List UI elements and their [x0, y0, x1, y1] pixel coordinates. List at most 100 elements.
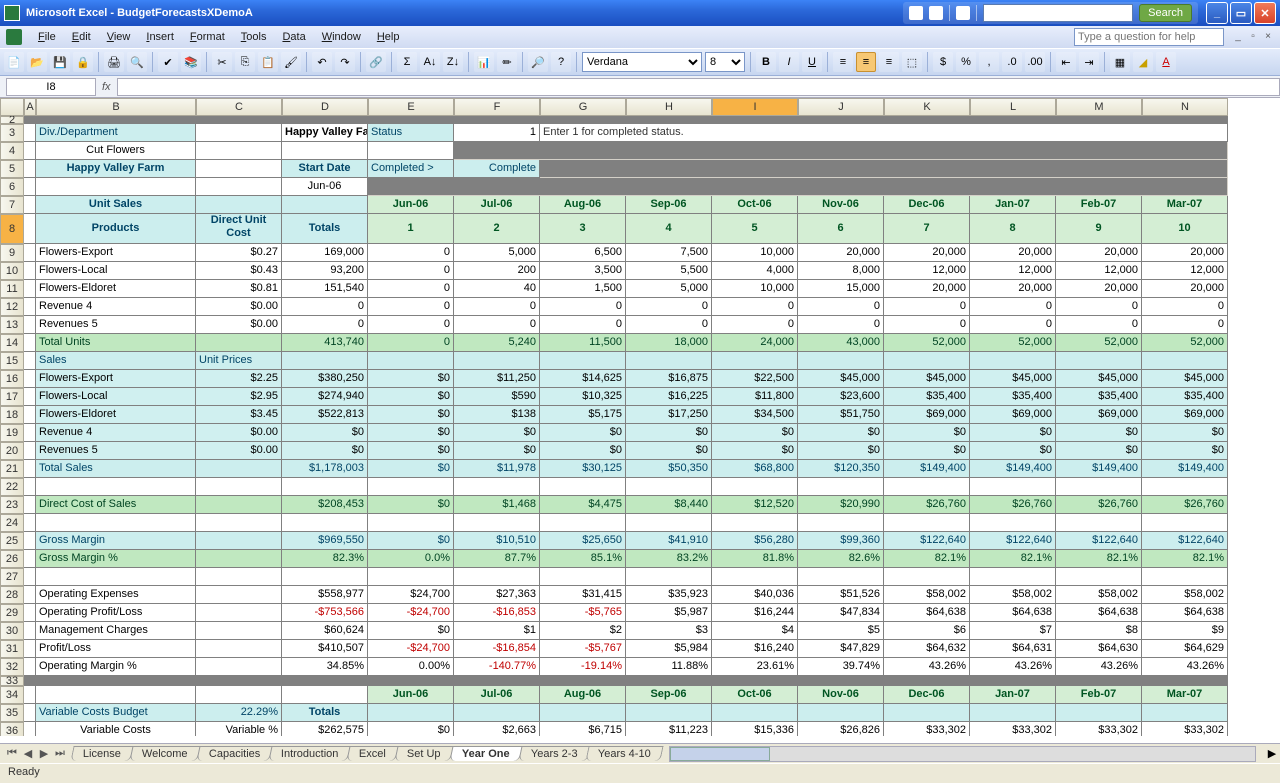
cell[interactable]: $16,240 [712, 640, 798, 658]
cell[interactable]: 0 [540, 298, 626, 316]
cell[interactable]: $0 [368, 406, 454, 424]
zoom-icon[interactable]: 🔎 [528, 52, 548, 72]
cell[interactable]: -$16,854 [454, 640, 540, 658]
cell[interactable]: $5 [798, 622, 884, 640]
cell[interactable] [454, 568, 540, 586]
cell[interactable]: 20,000 [1142, 280, 1228, 298]
format-painter-icon[interactable]: 🖌 [281, 52, 301, 72]
cell[interactable] [24, 686, 36, 704]
cell[interactable]: 52,000 [1142, 334, 1228, 352]
cell[interactable]: Oct-06 [712, 686, 798, 704]
cell[interactable]: $0 [626, 442, 712, 460]
cell[interactable] [712, 568, 798, 586]
cell[interactable] [24, 124, 36, 142]
cell[interactable] [282, 568, 368, 586]
cell[interactable]: 83.2% [626, 550, 712, 568]
cell[interactable] [24, 514, 36, 532]
cell[interactable] [454, 142, 1228, 160]
col-header-E[interactable]: E [368, 98, 454, 116]
menu-file[interactable]: File [30, 29, 64, 45]
align-left-icon[interactable]: ≡ [833, 52, 853, 72]
cell[interactable] [196, 550, 282, 568]
cell[interactable]: $1,468 [454, 496, 540, 514]
cell[interactable]: 5 [712, 214, 798, 244]
cell[interactable]: $2.95 [196, 388, 282, 406]
cell[interactable]: Jan-07 [970, 686, 1056, 704]
cell[interactable]: $0 [368, 532, 454, 550]
cell[interactable]: Cut Flowers [36, 142, 196, 160]
row-header[interactable]: 4 [0, 142, 24, 160]
cell[interactable]: $0.43 [196, 262, 282, 280]
cell[interactable]: $4 [712, 622, 798, 640]
cell[interactable]: Jul-06 [454, 686, 540, 704]
cell[interactable]: 20,000 [1142, 244, 1228, 262]
cell[interactable]: $0 [368, 460, 454, 478]
cell[interactable] [1056, 568, 1142, 586]
cell[interactable]: Operating Margin % [36, 658, 196, 676]
person-icon[interactable] [956, 6, 970, 20]
cell[interactable] [24, 352, 36, 370]
cell[interactable]: Flowers-Eldoret [36, 280, 196, 298]
permission-icon[interactable]: 🔒 [73, 52, 93, 72]
cell[interactable]: Mar-07 [1142, 196, 1228, 214]
cell[interactable]: $1 [454, 622, 540, 640]
cell[interactable] [24, 370, 36, 388]
underline-button[interactable]: U [802, 52, 822, 72]
cell[interactable]: $45,000 [970, 370, 1056, 388]
cell[interactable]: 6 [798, 214, 884, 244]
cell[interactable]: $0 [282, 424, 368, 442]
cell[interactable]: Revenues 5 [36, 442, 196, 460]
cell[interactable]: $262,575 [282, 722, 368, 736]
row-header[interactable]: 30 [0, 622, 24, 640]
cell[interactable] [626, 352, 712, 370]
cell[interactable] [540, 160, 1228, 178]
cell[interactable]: $0 [1142, 424, 1228, 442]
cell[interactable]: Aug-06 [540, 686, 626, 704]
cell[interactable]: $0 [884, 424, 970, 442]
new-icon[interactable]: 📄 [4, 52, 24, 72]
cell[interactable]: 40 [454, 280, 540, 298]
cell[interactable] [368, 142, 454, 160]
cell[interactable]: $969,550 [282, 532, 368, 550]
cell[interactable] [24, 532, 36, 550]
cell[interactable] [282, 686, 368, 704]
cell[interactable]: 169,000 [282, 244, 368, 262]
cell[interactable]: $35,923 [626, 586, 712, 604]
cell[interactable]: Total Units [36, 334, 196, 352]
cell[interactable]: 200 [454, 262, 540, 280]
cell[interactable] [368, 178, 1228, 196]
cell[interactable]: $26,826 [798, 722, 884, 736]
row-header[interactable]: 12 [0, 298, 24, 316]
sheet-tab[interactable]: License [70, 746, 133, 761]
cell[interactable]: 1,500 [540, 280, 626, 298]
menu-insert[interactable]: Insert [138, 29, 182, 45]
cell[interactable]: 6,500 [540, 244, 626, 262]
cell[interactable] [798, 478, 884, 496]
cell[interactable]: -$24,700 [368, 640, 454, 658]
cell[interactable]: $10,510 [454, 532, 540, 550]
cell[interactable] [196, 568, 282, 586]
cell[interactable]: Jun-06 [368, 686, 454, 704]
cell[interactable]: 2 [454, 214, 540, 244]
cell[interactable] [884, 514, 970, 532]
cell[interactable]: $2 [540, 622, 626, 640]
cell[interactable]: 82.6% [798, 550, 884, 568]
col-header-H[interactable]: H [626, 98, 712, 116]
cut-icon[interactable]: ✂ [212, 52, 232, 72]
cell[interactable] [368, 704, 454, 722]
cell[interactable] [24, 244, 36, 262]
cell[interactable]: $410,507 [282, 640, 368, 658]
cell[interactable]: $522,813 [282, 406, 368, 424]
cell[interactable]: $2.25 [196, 370, 282, 388]
cell[interactable]: Complete [454, 160, 540, 178]
cell[interactable] [36, 178, 196, 196]
cell[interactable] [24, 568, 36, 586]
tab-first-icon[interactable]: ⏮ [4, 747, 20, 760]
cell[interactable] [196, 622, 282, 640]
cell[interactable]: $45,000 [1142, 370, 1228, 388]
cell[interactable]: $0 [712, 424, 798, 442]
col-header-B[interactable]: B [36, 98, 196, 116]
cell[interactable] [196, 124, 282, 142]
cell[interactable]: 10,000 [712, 280, 798, 298]
cell[interactable]: $3 [626, 622, 712, 640]
